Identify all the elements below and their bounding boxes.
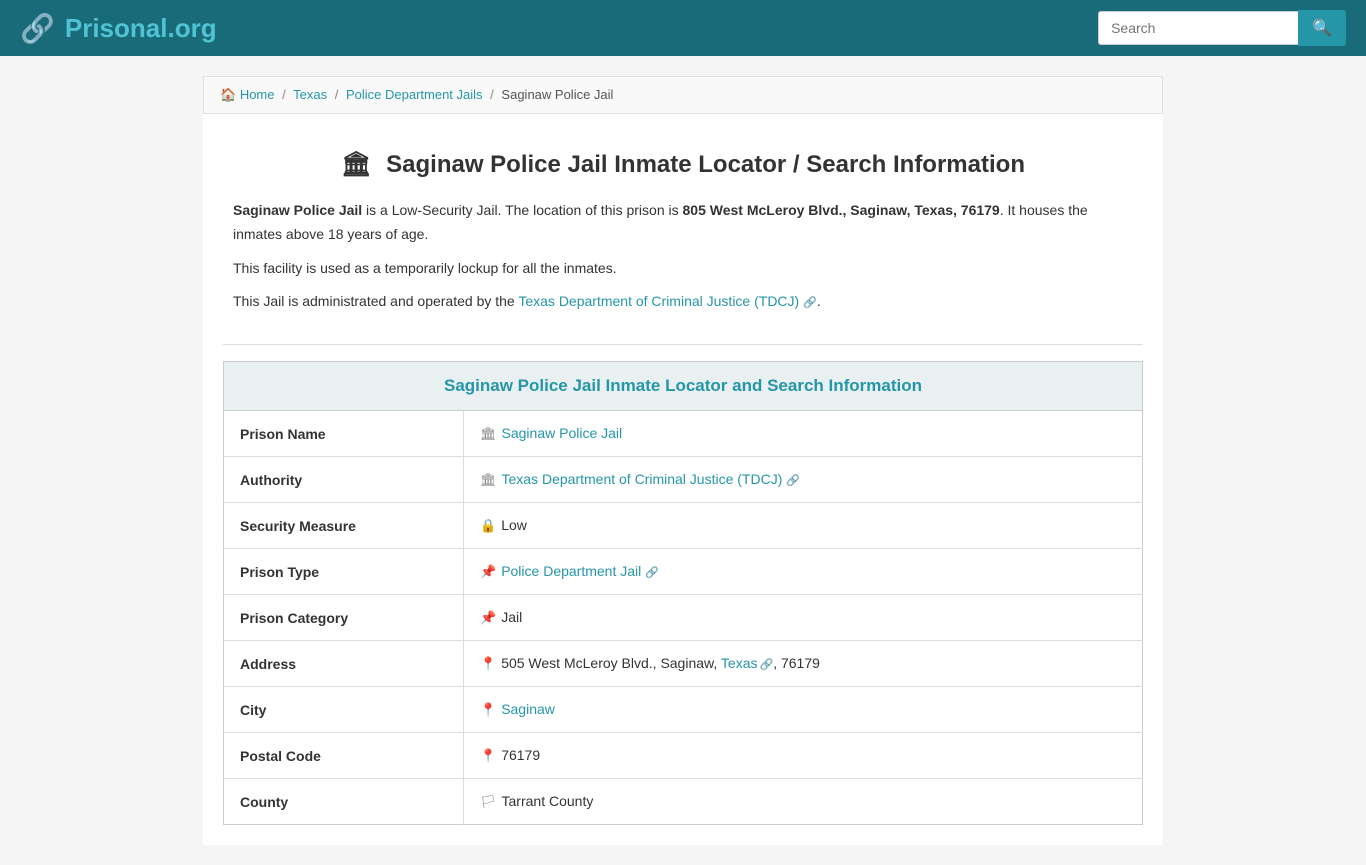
search-area: 🔍 <box>1098 10 1346 46</box>
table-row: Authority 🏛 Texas Department of Criminal J… <box>224 457 1143 503</box>
cell-icon: 🔒 <box>480 518 496 533</box>
external-link-icon: 🔗 <box>786 475 800 487</box>
cell-icon: 🏛 <box>480 472 497 487</box>
state-external-icon: 🔗 <box>759 659 773 671</box>
table-cell-label: Address <box>224 641 464 687</box>
external-icon-desc: 🔗 <box>803 297 817 309</box>
page-title: 🏛 Saginaw Police Jail Inmate Locator / S… <box>223 150 1143 179</box>
info-table: Prison Name 🏛 Saginaw Police Jail Authority… <box>223 411 1143 825</box>
table-cell-link[interactable]: Police Department Jail <box>501 563 641 579</box>
cell-icon: 🏛 <box>480 426 497 441</box>
table-row: Address 📍 505 West McLeroy Blvd., Saginaw,… <box>224 641 1143 687</box>
desc-line3-prefix: This Jail is administrated and operated … <box>233 293 518 309</box>
cell-icon: 📌 <box>480 610 496 625</box>
header: 🔗 Prisonal.org 🔍 <box>0 0 1366 56</box>
logo-main: Prisonal <box>65 13 168 43</box>
info-section-title: Saginaw Police Jail Inmate Locator and S… <box>223 361 1143 411</box>
info-section: Saginaw Police Jail Inmate Locator and S… <box>203 361 1163 825</box>
search-input[interactable] <box>1098 11 1298 45</box>
table-cell-label: County <box>224 779 464 825</box>
table-row: Prison Category 📌 Jail <box>224 595 1143 641</box>
table-cell-link[interactable]: Saginaw <box>501 701 555 717</box>
table-row: Prison Name 🏛 Saginaw Police Jail <box>224 411 1143 457</box>
table-cell-value: 📌 Police Department Jail 🔗 <box>464 549 1143 595</box>
tdcj-link-desc[interactable]: Texas Department of Criminal Justice (TD… <box>518 293 799 309</box>
address-bold: 805 West McLeroy Blvd., Saginaw, Texas, … <box>683 202 1000 218</box>
table-cell-label: Prison Name <box>224 411 464 457</box>
table-cell-value: 🏛 Texas Department of Criminal Justice (T… <box>464 457 1143 503</box>
table-cell-text: 505 West McLeroy Blvd., Saginaw, <box>501 655 721 671</box>
table-row: County 🏳 Tarrant County <box>224 779 1143 825</box>
logo-icon: 🔗 <box>20 12 55 45</box>
table-cell-label: Prison Category <box>224 595 464 641</box>
desc-mid: is a Low-Security Jail. The location of … <box>362 202 682 218</box>
home-icon: 🏠 <box>220 87 236 102</box>
desc-paragraph-2: This facility is used as a temporarily l… <box>233 257 1133 281</box>
description: Saginaw Police Jail is a Low-Security Ja… <box>203 189 1163 344</box>
cell-icon: 📍 <box>480 748 496 763</box>
prison-icon: 🏛 <box>341 151 371 178</box>
table-cell-value: 📍 76179 <box>464 733 1143 779</box>
table-cell-text: Tarrant County <box>502 793 594 809</box>
logo-text: Prisonal.org <box>65 13 217 44</box>
table-cell-link[interactable]: Saginaw Police Jail <box>502 425 623 441</box>
table-cell-value: 📌 Jail <box>464 595 1143 641</box>
table-cell-value: 🏳 Tarrant County <box>464 779 1143 825</box>
page-title-area: 🏛 Saginaw Police Jail Inmate Locator / S… <box>203 134 1163 189</box>
table-cell-label: Prison Type <box>224 549 464 595</box>
table-cell-label: Security Measure <box>224 503 464 549</box>
desc-line3-suffix: . <box>817 293 821 309</box>
state-link[interactable]: Texas <box>721 655 758 671</box>
table-cell-value: 📍 Saginaw <box>464 687 1143 733</box>
jail-name-bold: Saginaw Police Jail <box>233 202 362 218</box>
breadcrumb: 🏠 Home / Texas / Police Department Jails… <box>203 76 1163 114</box>
table-cell-text: Low <box>501 517 527 533</box>
breadcrumb-sep3: / <box>490 87 494 102</box>
breadcrumb-sep2: / <box>335 87 339 102</box>
info-table-body: Prison Name 🏛 Saginaw Police Jail Authority… <box>224 411 1143 825</box>
breadcrumb-state[interactable]: Texas <box>293 87 327 102</box>
breadcrumb-home[interactable]: Home <box>240 87 275 102</box>
logo-area: 🔗 Prisonal.org <box>20 12 217 45</box>
table-row: Postal Code 📍 76179 <box>224 733 1143 779</box>
external-link-icon: 🔗 <box>645 567 659 579</box>
table-cell-link[interactable]: Texas Department of Criminal Justice (TD… <box>502 471 783 487</box>
desc-paragraph-1: Saginaw Police Jail is a Low-Security Ja… <box>233 199 1133 247</box>
logo-domain: .org <box>167 13 216 43</box>
cell-icon: 📍 <box>480 702 496 717</box>
cell-icon: 📌 <box>480 564 496 579</box>
divider <box>223 344 1143 345</box>
search-button[interactable]: 🔍 <box>1298 10 1346 46</box>
table-cell-text: Jail <box>501 609 522 625</box>
table-cell-value: 🏛 Saginaw Police Jail <box>464 411 1143 457</box>
breadcrumb-current: Saginaw Police Jail <box>501 87 613 102</box>
table-row: City 📍 Saginaw <box>224 687 1143 733</box>
table-cell-text: 76179 <box>501 747 540 763</box>
table-row: Security Measure 🔒 Low <box>224 503 1143 549</box>
cell-icon: 📍 <box>480 656 496 671</box>
breadcrumb-sep1: / <box>282 87 286 102</box>
table-cell-value: 📍 505 West McLeroy Blvd., Saginaw, Texas🔗… <box>464 641 1143 687</box>
desc-paragraph-3: This Jail is administrated and operated … <box>233 290 1133 314</box>
table-cell-label: Postal Code <box>224 733 464 779</box>
table-cell-label: City <box>224 687 464 733</box>
table-row: Prison Type 📌 Police Department Jail 🔗 <box>224 549 1143 595</box>
table-cell-label: Authority <box>224 457 464 503</box>
table-cell-value: 🔒 Low <box>464 503 1143 549</box>
main-content: 🏠 Home / Texas / Police Department Jails… <box>203 76 1163 845</box>
cell-icon: 🏳 <box>480 794 497 809</box>
breadcrumb-category[interactable]: Police Department Jails <box>346 87 483 102</box>
